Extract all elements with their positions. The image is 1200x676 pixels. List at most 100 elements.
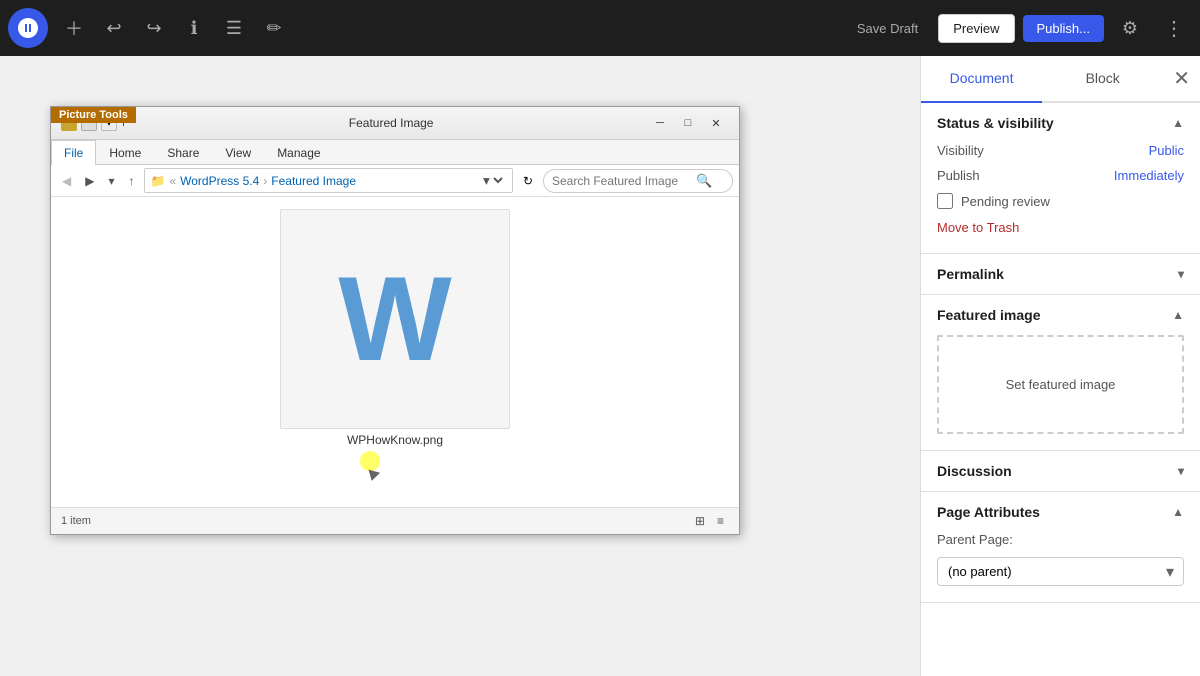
featured-image-header[interactable]: Featured image ▲ <box>921 295 1200 335</box>
set-featured-image-button[interactable]: Set featured image <box>937 335 1184 434</box>
page-attributes-chevron: ▲ <box>1172 505 1184 519</box>
details-view-button[interactable]: ⊞ <box>690 511 710 531</box>
parent-page-select-wrapper: (no parent) <box>937 557 1184 586</box>
path-icon: 📁 <box>151 174 166 188</box>
featured-image-chevron: ▲ <box>1172 308 1184 322</box>
permalink-header[interactable]: Permalink ▾ <box>921 254 1200 294</box>
picture-tools-badge: Picture Tools <box>51 107 136 123</box>
file-item[interactable]: W WPHowKnow.png <box>59 205 731 451</box>
file-name: WPHowKnow.png <box>347 433 443 447</box>
visibility-label: Visibility <box>937 143 984 158</box>
publish-row: Publish Immediately <box>937 168 1184 183</box>
editor-area: ▾ │ Featured Image Picture Tools ─ □ ✕ F… <box>0 56 920 676</box>
visibility-value[interactable]: Public <box>1149 143 1184 158</box>
explorer-window: ▾ │ Featured Image Picture Tools ─ □ ✕ F… <box>50 106 740 535</box>
search-input[interactable] <box>552 174 692 188</box>
search-icon: 🔍 <box>696 173 712 189</box>
publish-label: Publish <box>937 168 980 183</box>
tab-block[interactable]: Block <box>1042 56 1163 103</box>
move-to-trash-link[interactable]: Move to Trash <box>937 220 1019 235</box>
chevron-icon: ▲ <box>1172 116 1184 130</box>
status-visibility-header[interactable]: Status & visibility ▲ <box>921 103 1200 143</box>
minimize-button[interactable]: ─ <box>647 113 673 133</box>
list-view-button[interactable]: ☰ <box>216 10 252 46</box>
pending-review-checkbox[interactable] <box>937 193 953 209</box>
tab-document[interactable]: Document <box>921 56 1042 103</box>
address-path: 📁 « WordPress 5.4 › Featured Image ▾ <box>144 168 513 193</box>
ribbon-tabs: File Home Share View Manage <box>51 140 739 165</box>
section-featured-image: Featured image ▲ Set featured image <box>921 295 1200 451</box>
info-button[interactable]: ℹ <box>176 10 212 46</box>
sidebar-close-button[interactable]: ✕ <box>1163 56 1200 101</box>
address-bar: ◀ ▶ ▾ ↑ 📁 « WordPress 5.4 › Featured Ima… <box>51 165 739 197</box>
explorer-titlebar: ▾ │ Featured Image Picture Tools ─ □ ✕ <box>51 107 739 140</box>
publish-value[interactable]: Immediately <box>1114 168 1184 183</box>
ribbon-tab-manage[interactable]: Manage <box>264 140 333 165</box>
visibility-row: Visibility Public <box>937 143 1184 158</box>
parent-page-label: Parent Page: <box>937 532 1013 547</box>
section-status-visibility: Status & visibility ▲ Visibility Public … <box>921 103 1200 254</box>
maximize-button[interactable]: □ <box>675 113 701 133</box>
page-attributes-body: Parent Page: (no parent) <box>921 532 1200 602</box>
publish-button[interactable]: Publish... <box>1023 15 1104 42</box>
file-content: W WPHowKnow.png <box>51 197 739 507</box>
ribbon-tab-home[interactable]: Home <box>96 140 154 165</box>
path-wordpress[interactable]: WordPress 5.4 <box>180 174 259 188</box>
explorer-title: Featured Image <box>135 116 647 130</box>
up-button[interactable]: ↑ <box>124 171 140 191</box>
toolbar-right: Save Draft Preview Publish... ⚙ ⋮ <box>845 10 1192 46</box>
ribbon-tab-share[interactable]: Share <box>154 140 212 165</box>
section-page-attributes: Page Attributes ▲ Parent Page: (no paren… <box>921 492 1200 603</box>
featured-image-title: Featured image <box>937 307 1040 323</box>
parent-page-select[interactable]: (no parent) <box>937 557 1184 586</box>
discussion-header[interactable]: Discussion ▾ <box>921 451 1200 491</box>
ribbon-tab-view[interactable]: View <box>212 140 264 165</box>
pending-review-row: Pending review <box>937 193 1184 209</box>
back-button[interactable]: ◀ <box>57 171 76 191</box>
sidebar: Document Block ✕ Status & visibility ▲ V… <box>920 56 1200 676</box>
search-box: 🔍 <box>543 169 733 193</box>
permalink-chevron: ▾ <box>1178 267 1184 281</box>
undo-button[interactable]: ↩ <box>96 10 132 46</box>
discussion-chevron: ▾ <box>1178 464 1184 478</box>
view-buttons: ⊞ ≡ <box>690 511 729 531</box>
pending-review-label[interactable]: Pending review <box>961 194 1050 209</box>
tools-button[interactable]: ✏ <box>256 10 292 46</box>
set-featured-image-label: Set featured image <box>1006 377 1116 392</box>
save-draft-button[interactable]: Save Draft <box>845 15 930 42</box>
page-attributes-header[interactable]: Page Attributes ▲ <box>921 492 1200 532</box>
item-count: 1 item <box>61 515 91 527</box>
list-view-btn[interactable]: ≡ <box>712 511 729 531</box>
path-featured-image[interactable]: Featured Image <box>271 174 356 188</box>
page-attributes-title: Page Attributes <box>937 504 1040 520</box>
wp-logo <box>8 8 48 48</box>
forward-button[interactable]: ▶ <box>80 171 99 191</box>
preview-button[interactable]: Preview <box>938 14 1014 43</box>
main-layout: ▾ │ Featured Image Picture Tools ─ □ ✕ F… <box>0 56 1200 676</box>
file-thumbnail: W <box>280 209 510 429</box>
top-toolbar: ＋ ↩ ↪ ℹ ☰ ✏ Save Draft Preview Publish..… <box>0 0 1200 56</box>
permalink-title: Permalink <box>937 266 1004 282</box>
status-bar: 1 item ⊞ ≡ <box>51 507 739 534</box>
toolbar-icons: ＋ ↩ ↪ ℹ ☰ ✏ <box>56 10 845 46</box>
discussion-title: Discussion <box>937 463 1012 479</box>
close-button[interactable]: ✕ <box>703 113 729 133</box>
parent-page-row: Parent Page: <box>937 532 1184 547</box>
settings-button[interactable]: ⚙ <box>1112 10 1148 46</box>
redo-button[interactable]: ↪ <box>136 10 172 46</box>
status-visibility-title: Status & visibility <box>937 115 1054 131</box>
section-discussion: Discussion ▾ <box>921 451 1200 492</box>
more-options-button[interactable]: ⋮ <box>1156 10 1192 46</box>
refresh-button[interactable]: ↻ <box>517 171 539 191</box>
path-dropdown[interactable]: ▾ <box>479 172 506 189</box>
recent-button[interactable]: ▾ <box>103 171 119 191</box>
section-permalink: Permalink ▾ <box>921 254 1200 295</box>
sidebar-tabs: Document Block ✕ <box>921 56 1200 103</box>
wp-logo-icon <box>16 16 40 40</box>
file-list: W WPHowKnow.png <box>51 197 739 507</box>
w-logo-image: W <box>338 259 451 379</box>
add-block-button[interactable]: ＋ <box>56 10 92 46</box>
window-controls: ─ □ ✕ <box>647 113 729 133</box>
status-visibility-body: Visibility Public Publish Immediately Pe… <box>921 143 1200 253</box>
ribbon-tab-file[interactable]: File <box>51 140 96 165</box>
